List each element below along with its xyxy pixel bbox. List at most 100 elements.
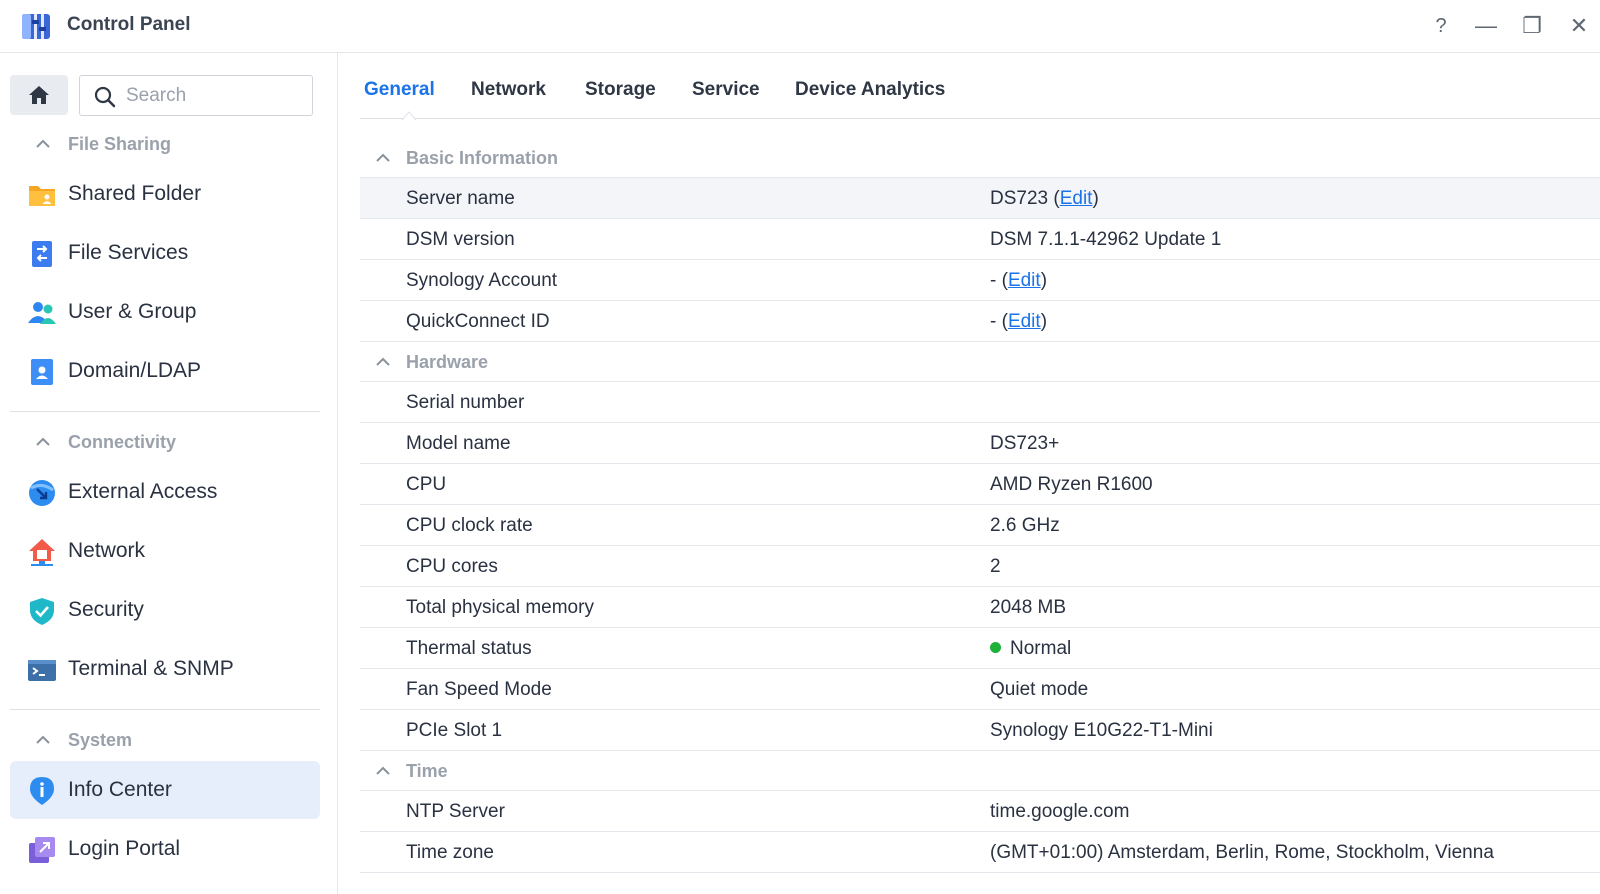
tab-network[interactable]: Network	[471, 79, 546, 101]
chevron-up-icon	[376, 153, 390, 162]
window-title: Control Panel	[67, 14, 191, 35]
network-icon	[29, 539, 55, 566]
section-title: Hardware	[406, 352, 489, 372]
sidebar-item-label: Network	[68, 539, 146, 562]
shared-folder-icon	[29, 186, 55, 206]
table-row: CPU clock rate 2.6 GHz	[360, 505, 1600, 546]
row-label: CPU cores	[406, 556, 498, 577]
help-icon[interactable]: ?	[1427, 12, 1455, 40]
sidebar-divider	[10, 709, 320, 710]
sidebar-item-external-access[interactable]: External Access	[10, 463, 320, 521]
group-header-system[interactable]: System	[0, 722, 320, 758]
sidebar-divider	[10, 411, 320, 412]
section-header-basic-information[interactable]: Basic Information	[360, 138, 1600, 178]
section-title: Basic Information	[406, 148, 559, 168]
sidebar: File Sharing Shared Folder File Services…	[0, 53, 338, 894]
sidebar-item-domain-ldap[interactable]: Domain/LDAP	[10, 342, 320, 400]
row-value: (GMT+01:00) Amsterdam, Berlin, Rome, Sto…	[990, 842, 1494, 863]
terminal-icon	[28, 660, 56, 681]
tab-storage[interactable]: Storage	[585, 79, 656, 101]
sidebar-item-network[interactable]: Network	[10, 522, 320, 580]
row-value: 2048 MB	[990, 597, 1067, 618]
sidebar-item-security[interactable]: Security	[10, 581, 320, 639]
close-icon[interactable]: ✕	[1565, 12, 1593, 40]
status-dot-icon	[990, 642, 1001, 653]
login-portal-icon	[29, 837, 55, 863]
row-label: Time zone	[406, 842, 494, 863]
search-box[interactable]	[79, 75, 313, 116]
row-label: CPU	[406, 474, 447, 495]
sidebar-item-label: Domain/LDAP	[68, 359, 202, 382]
table-row: Total physical memory 2048 MB	[360, 587, 1600, 628]
sidebar-item-user-group[interactable]: User & Group	[10, 283, 320, 341]
sidebar-item-info-center[interactable]: Info Center	[10, 761, 320, 819]
chevron-up-icon	[36, 437, 50, 446]
table-row: NTP Server time.google.com	[360, 791, 1600, 832]
row-label: Synology Account	[406, 270, 558, 291]
external-access-icon	[29, 480, 55, 506]
tab-general[interactable]: General	[364, 79, 435, 101]
table-row: Serial number	[360, 382, 1600, 423]
table-row: PCIe Slot 1 Synology E10G22-T1-Mini	[360, 710, 1600, 751]
tab-device-analytics[interactable]: Device Analytics	[795, 79, 945, 101]
row-value: DS723+	[990, 433, 1060, 454]
chevron-up-icon	[376, 766, 390, 775]
sidebar-item-label: Security	[68, 598, 144, 621]
sidebar-item-login-portal[interactable]: Login Portal	[10, 820, 320, 878]
restore-window-icon[interactable]: ❐	[1518, 12, 1546, 40]
sidebar-item-shared-folder[interactable]: Shared Folder	[10, 165, 320, 223]
active-tab-caret	[402, 111, 416, 120]
quickconnect-value: -	[990, 311, 997, 332]
file-services-icon	[32, 241, 52, 267]
row-value: Normal	[990, 638, 1071, 660]
table-row: Model name DS723+	[360, 423, 1600, 464]
section-title: Time	[406, 761, 448, 781]
row-label: Model name	[406, 433, 511, 454]
sidebar-item-label: Info Center	[68, 778, 172, 801]
tab-service[interactable]: Service	[692, 79, 760, 101]
title-bar: Control Panel ? — ❐ ✕	[0, 0, 1600, 53]
chevron-up-icon	[376, 357, 390, 366]
row-label: NTP Server	[406, 801, 505, 822]
sidebar-item-label: Login Portal	[68, 837, 181, 860]
row-label: DSM version	[406, 229, 515, 250]
paren-close: )	[1092, 188, 1099, 209]
home-button[interactable]	[10, 75, 68, 115]
row-label: CPU clock rate	[406, 515, 533, 536]
table-row: CPU AMD Ryzen R1600	[360, 464, 1600, 505]
search-input[interactable]	[126, 84, 306, 108]
row-label: Thermal status	[406, 638, 532, 659]
row-value: DSM 7.1.1-42962 Update 1	[990, 229, 1222, 250]
chevron-up-icon	[36, 139, 50, 148]
table-row: CPU cores 2	[360, 546, 1600, 587]
paren-close: )	[1040, 270, 1048, 291]
home-icon	[29, 86, 49, 104]
edit-synology-account-link[interactable]: Edit	[1008, 270, 1041, 291]
group-header-file-sharing[interactable]: File Sharing	[0, 126, 320, 162]
row-value: - (Edit)	[990, 311, 1047, 333]
row-value: 2	[990, 556, 1001, 577]
control-panel-app-icon	[22, 11, 50, 40]
section-header-hardware[interactable]: Hardware	[360, 342, 1600, 382]
sidebar-item-file-services[interactable]: File Services	[10, 224, 320, 282]
row-label: Fan Speed Mode	[406, 679, 552, 700]
row-label: PCIe Slot 1	[406, 720, 503, 741]
row-value: Synology E10G22-T1-Mini	[990, 720, 1213, 741]
sidebar-item-terminal-snmp[interactable]: Terminal & SNMP	[10, 640, 320, 698]
sidebar-item-label: Terminal & SNMP	[68, 657, 234, 680]
group-header-connectivity[interactable]: Connectivity	[0, 424, 320, 460]
row-value: 2.6 GHz	[990, 515, 1060, 536]
section-header-time[interactable]: Time	[360, 751, 1600, 791]
group-label: System	[68, 730, 133, 750]
minimize-icon[interactable]: —	[1472, 12, 1500, 40]
edit-server-name-link[interactable]: Edit	[1060, 188, 1093, 209]
row-value: AMD Ryzen R1600	[990, 474, 1153, 495]
sidebar-item-label: Shared Folder	[68, 182, 202, 205]
row-value: time.google.com	[990, 801, 1130, 822]
row-value: DS723 (Edit)	[990, 188, 1099, 210]
server-name-value: DS723	[990, 188, 1049, 209]
edit-quickconnect-link[interactable]: Edit	[1008, 311, 1041, 332]
table-row: QuickConnect ID - (Edit)	[360, 301, 1600, 342]
table-row: DSM version DSM 7.1.1-42962 Update 1	[360, 219, 1600, 260]
thermal-status-value: Normal	[1010, 638, 1072, 659]
